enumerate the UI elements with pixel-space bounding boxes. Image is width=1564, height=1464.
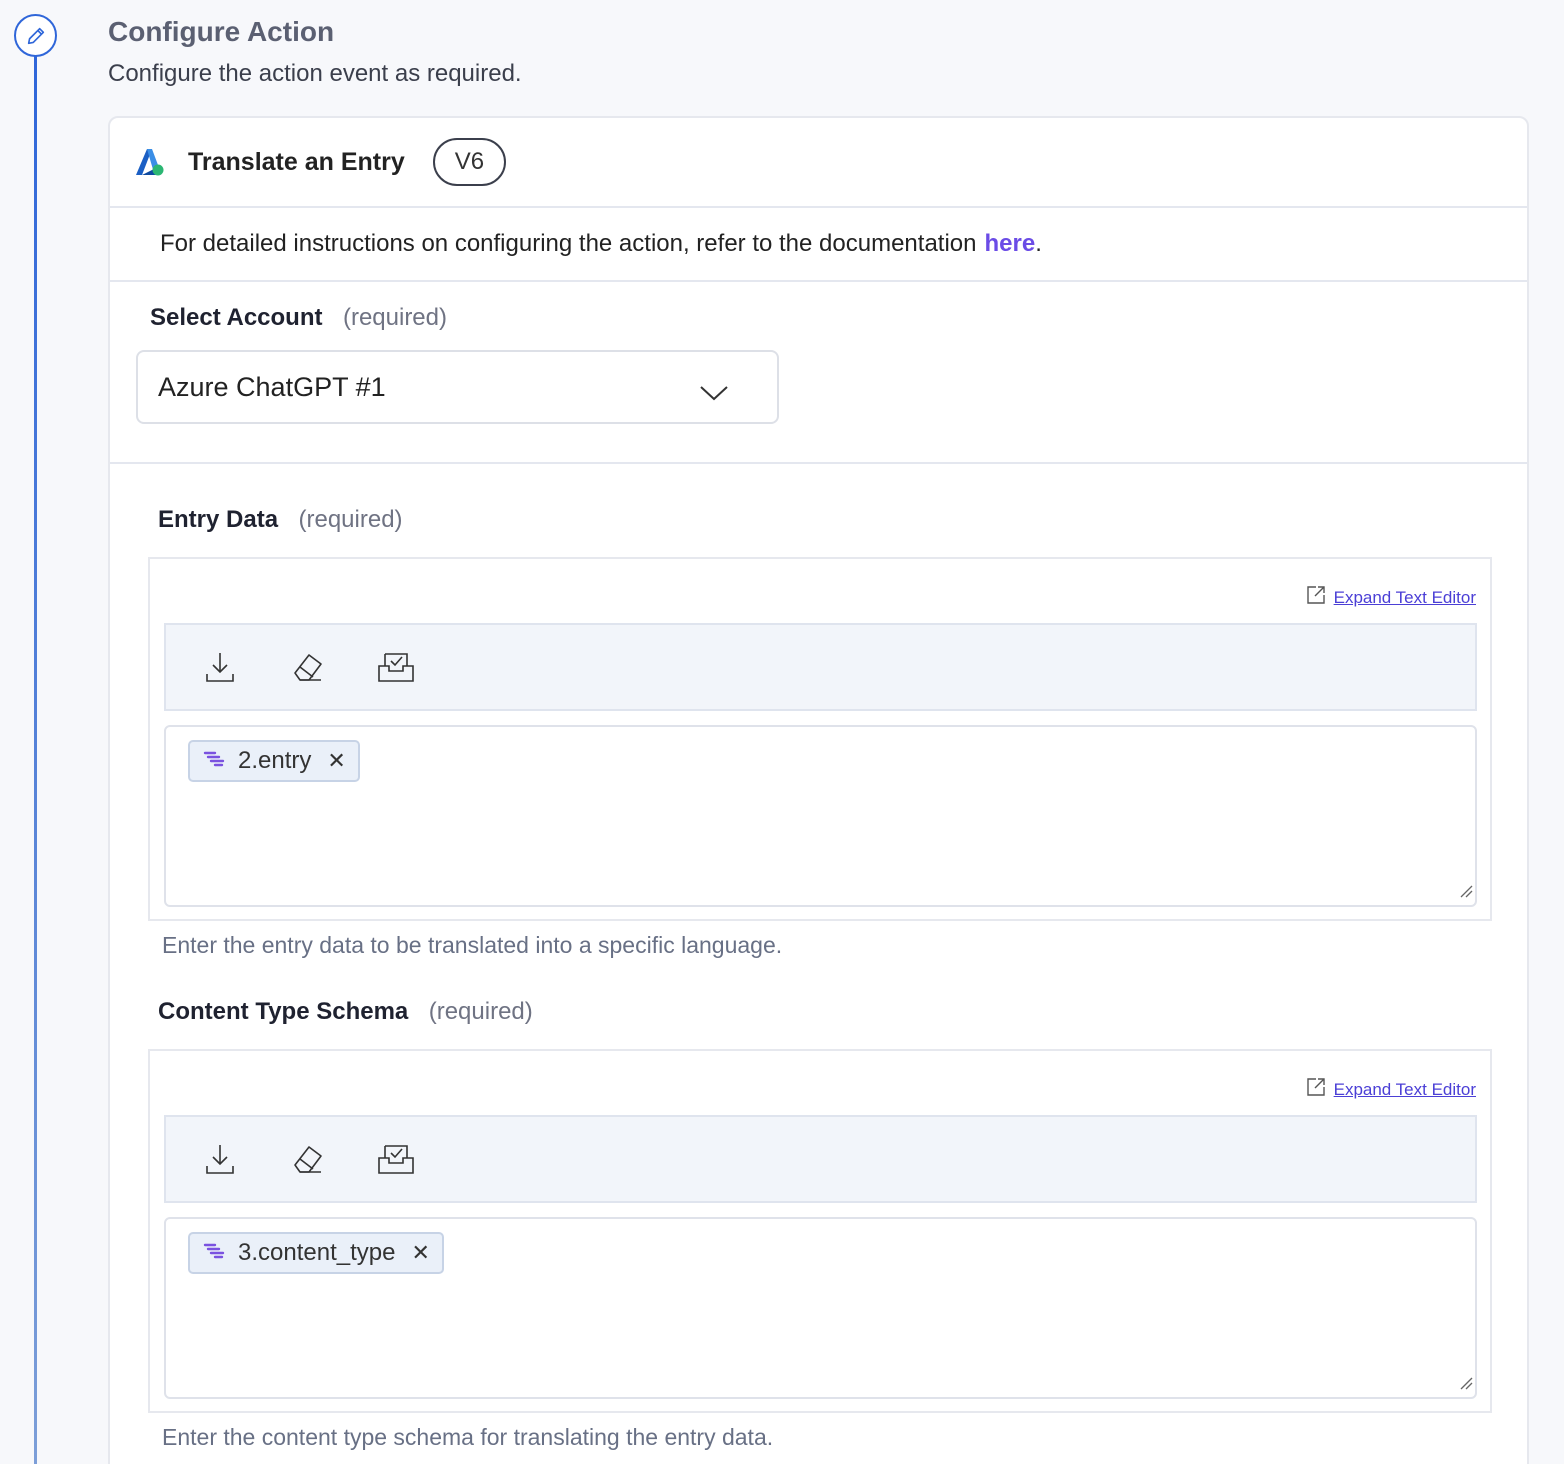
inbox-check-icon[interactable] xyxy=(376,647,416,687)
timeline-line xyxy=(34,56,37,1464)
editor-toolbar xyxy=(164,623,1477,711)
entry-data-textarea[interactable]: 2.entry ✕ xyxy=(164,725,1477,907)
variable-icon xyxy=(202,1239,226,1267)
action-title: Translate an Entry xyxy=(188,147,405,176)
variable-icon xyxy=(202,747,226,775)
documentation-text: For detailed instructions on configuring… xyxy=(160,230,977,257)
card-header: Translate an Entry V6 xyxy=(110,118,1527,208)
expand-text-editor-link[interactable]: Expand Text Editor xyxy=(1306,1077,1476,1102)
version-badge[interactable]: V6 xyxy=(432,138,507,186)
close-icon[interactable]: ✕ xyxy=(327,748,345,774)
entry-data-helper: Enter the entry data to be translated in… xyxy=(162,932,783,958)
content-type-textarea[interactable]: 3.content_type ✕ xyxy=(164,1217,1477,1399)
account-value: Azure ChatGPT #1 xyxy=(158,371,386,402)
action-card: Translate an Entry V6 For detailed instr… xyxy=(108,116,1529,1464)
eraser-icon[interactable] xyxy=(288,1139,328,1179)
close-icon[interactable]: ✕ xyxy=(411,1240,429,1266)
content-type-required: (required) xyxy=(428,998,533,1025)
account-select[interactable]: Azure ChatGPT #1 xyxy=(136,350,779,424)
variable-chip-label: 2.entry xyxy=(238,747,312,774)
content-type-label-row: Content Type Schema (required) xyxy=(158,998,533,1026)
variable-chip[interactable]: 2.entry ✕ xyxy=(188,740,360,782)
inbox-check-icon[interactable] xyxy=(376,1139,416,1179)
documentation-link[interactable]: here xyxy=(984,230,1035,258)
expand-text-editor-label: Expand Text Editor xyxy=(1333,587,1476,607)
download-icon[interactable] xyxy=(200,1139,240,1179)
resize-handle-icon[interactable] xyxy=(1459,1376,1473,1395)
account-label-row: Select Account (required) xyxy=(150,304,447,332)
account-section: Select Account (required) Azure ChatGPT … xyxy=(110,282,1527,464)
pencil-icon xyxy=(14,14,57,57)
azure-logo-icon xyxy=(134,147,166,177)
account-required: (required) xyxy=(342,304,447,331)
resize-handle-icon[interactable] xyxy=(1459,884,1473,903)
entry-data-required: (required) xyxy=(298,506,403,533)
content-type-label: Content Type Schema xyxy=(158,998,409,1025)
expand-text-editor-label: Expand Text Editor xyxy=(1333,1079,1476,1099)
editor-toolbar xyxy=(164,1115,1477,1203)
entry-data-label-row: Entry Data (required) xyxy=(158,506,403,534)
external-link-icon xyxy=(1306,585,1326,610)
eraser-icon[interactable] xyxy=(288,647,328,687)
download-icon[interactable] xyxy=(200,647,240,687)
variable-chip-label: 3.content_type xyxy=(238,1239,396,1266)
documentation-suffix: . xyxy=(1035,230,1042,257)
documentation-row: For detailed instructions on configuring… xyxy=(110,208,1527,282)
step-subtitle: Configure the action event as required. xyxy=(108,60,522,87)
variable-chip[interactable]: 3.content_type ✕ xyxy=(188,1232,444,1274)
entry-data-label: Entry Data xyxy=(158,506,279,533)
content-type-editor: Expand Text Editor 3.content_type ✕ xyxy=(148,1049,1492,1413)
external-link-icon xyxy=(1306,1077,1326,1102)
content-type-helper: Enter the content type schema for transl… xyxy=(162,1424,774,1450)
chevron-down-icon xyxy=(699,378,729,409)
account-label: Select Account xyxy=(150,304,323,331)
expand-text-editor-link[interactable]: Expand Text Editor xyxy=(1306,585,1476,610)
entry-data-editor: Expand Text Editor 2.entry ✕ xyxy=(148,557,1492,921)
step-title: Configure Action xyxy=(108,16,335,47)
